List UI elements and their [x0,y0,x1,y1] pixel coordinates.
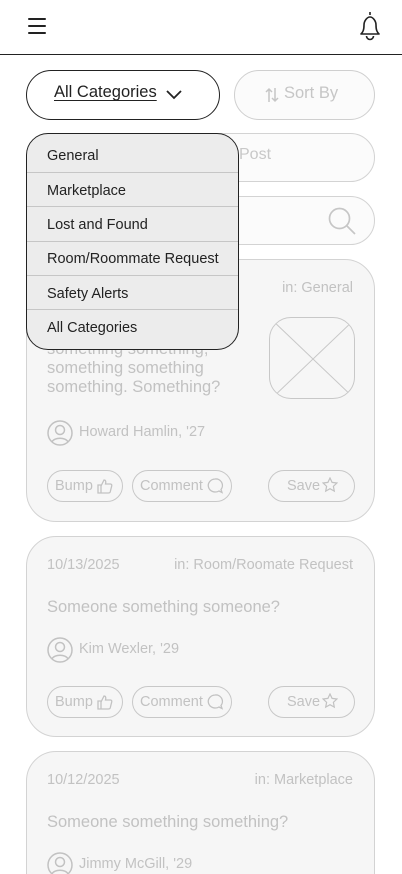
option-label: Marketplace [47,183,126,199]
post-category: in: Marketplace [254,772,353,788]
sort-by-label: Sort By [284,84,339,102]
save-label: Save [287,694,321,710]
search-icon[interactable] [327,206,357,241]
option-label: Safety Alerts [47,286,129,302]
author-name: Kim Wexler, '29 [79,641,180,657]
category-dropdown: General Marketplace Lost and Found Room/… [26,133,239,350]
author-name: Jimmy McGill, '29 [79,856,193,872]
top-bar [0,0,402,55]
avatar-icon [47,852,73,874]
divider [27,309,238,310]
option-label: Room/Roommate Request [47,251,219,267]
bump-button[interactable]: Bump [47,686,123,718]
divider [27,275,238,276]
bell-icon[interactable] [355,10,385,42]
save-button[interactable]: Save [268,470,355,502]
dropdown-option-general[interactable]: General [27,139,238,173]
chevron-down-icon [165,85,183,108]
image-placeholder-icon[interactable] [269,317,355,399]
dropdown-option-lost-and-found[interactable]: Lost and Found [27,208,238,242]
option-label: Lost and Found [47,217,148,233]
comment-button[interactable]: Comment [132,470,232,502]
thumbs-up-icon [97,695,113,710]
avatar-icon [47,420,73,451]
avatar-icon [47,637,73,668]
star-icon [322,693,338,709]
sort-arrows-icon [264,87,280,108]
dropdown-option-marketplace[interactable]: Marketplace [27,174,238,208]
star-icon [322,477,338,493]
post-body: Someone something someone? [47,598,280,616]
post-date: 10/13/2025 [47,557,120,573]
bump-button[interactable]: Bump [47,470,123,502]
save-button[interactable]: Save [268,686,355,718]
option-label: General [47,148,99,164]
post-date: 10/12/2025 [47,772,120,788]
dropdown-option-room-roommate-request[interactable]: Room/Roommate Request [27,242,238,276]
new-post-label: Post [239,146,272,163]
comment-bubble-icon [207,478,224,494]
bump-label: Bump [55,478,93,494]
author-name: Howard Hamlin, '27 [79,424,206,440]
hamburger-icon[interactable] [26,16,50,36]
dropdown-option-all-categories[interactable]: All Categories [27,311,238,345]
comment-button[interactable]: Comment [132,686,232,718]
option-label: All Categories [47,320,138,336]
post-card[interactable]: 10/13/2025 in: Room/Roomate Request Some… [26,536,375,737]
comment-label: Comment [140,478,203,494]
dropdown-option-safety-alerts[interactable]: Safety Alerts [27,277,238,311]
save-label: Save [287,478,321,494]
post-card[interactable]: 10/12/2025 in: Marketplace Someone somet… [26,751,375,874]
post-category: in: General [282,280,353,296]
post-body: Someone something something? [47,813,289,831]
bump-label: Bump [55,694,93,710]
post-category: in: Room/Roomate Request [174,557,353,573]
divider [27,172,238,173]
comment-bubble-icon [207,694,224,710]
thumbs-up-icon [97,479,113,494]
sort-by-button[interactable]: Sort By [234,70,375,120]
comment-label: Comment [140,694,203,710]
category-filter-label: All Categories [54,83,157,101]
divider [27,206,238,207]
category-filter-button[interactable]: All Categories [26,70,220,120]
